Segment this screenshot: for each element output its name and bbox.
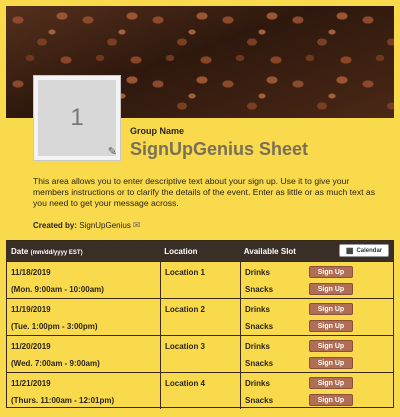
slot-item: Drinks xyxy=(245,268,270,277)
calendar-button-label: Calendar xyxy=(356,247,383,254)
slot-location: Location 1 xyxy=(165,268,206,277)
sign-up-button[interactable]: Sign Up xyxy=(309,266,353,278)
slot-cell: Drinks Sign Up Snacks Sign Up xyxy=(241,299,393,335)
signup-table: Date (mm/dd/yyyy EST) Location Available… xyxy=(6,240,394,409)
header-location: Location xyxy=(164,246,198,256)
slot-item: Snacks xyxy=(245,285,274,294)
created-by-label: Created by: xyxy=(33,221,78,230)
sign-up-button[interactable]: Sign Up xyxy=(309,320,353,332)
location-cell: Location 3 xyxy=(161,336,241,372)
slot-location: Location 3 xyxy=(165,342,206,351)
slot-cell: Drinks Sign Up Snacks Sign Up xyxy=(241,373,393,409)
slot-date: 11/19/2019 xyxy=(11,305,51,314)
header-date-format: (mm/dd/yyyy EST) xyxy=(30,249,83,256)
description-text: This area allows you to enter descriptiv… xyxy=(33,176,375,209)
table-row: 11/19/2019 (Tue. 1:00pm - 3:00pm) Locati… xyxy=(7,298,393,335)
slot-time: (Mon. 9:00am - 10:00am) xyxy=(11,285,104,294)
sign-up-button[interactable]: Sign Up xyxy=(309,357,353,369)
sign-up-button[interactable]: Sign Up xyxy=(309,303,353,315)
header-date: Date (mm/dd/yyyy EST) xyxy=(7,247,160,256)
avatar-number: 1 xyxy=(38,80,116,156)
location-cell: Location 4 xyxy=(161,373,241,409)
date-cell: 11/18/2019 (Mon. 9:00am - 10:00am) xyxy=(7,262,161,298)
table-row: 11/21/2019 (Thurs. 11:00am - 12:01pm) Lo… xyxy=(7,372,393,409)
header-slot-label: Available Slot xyxy=(243,246,296,256)
pencil-icon[interactable]: ✎ xyxy=(108,145,117,158)
group-name-label: Group Name xyxy=(130,126,185,136)
location-cell: Location 1 xyxy=(161,262,241,298)
location-cell: Location 2 xyxy=(161,299,241,335)
table-row: 11/18/2019 (Mon. 9:00am - 10:00am) Locat… xyxy=(7,261,393,298)
page-title: SignUpGenius Sheet xyxy=(130,139,309,159)
table-row: 11/20/2019 (Wed. 7:00am - 9:00am) Locati… xyxy=(7,335,393,372)
slot-time: (Tue. 1:00pm - 3:00pm) xyxy=(11,322,98,331)
sign-up-button[interactable]: Sign Up xyxy=(309,377,353,389)
slot-date: 11/20/2019 xyxy=(11,342,51,351)
date-cell: 11/20/2019 (Wed. 7:00am - 9:00am) xyxy=(7,336,161,372)
slot-time: (Thurs. 11:00am - 12:01pm) xyxy=(11,396,115,405)
slot-item: Drinks xyxy=(245,379,270,388)
slot-cell: Drinks Sign Up Snacks Sign Up xyxy=(241,336,393,372)
slot-location: Location 4 xyxy=(165,379,206,388)
sign-up-button[interactable]: Sign Up xyxy=(309,394,353,406)
slot-cell: Drinks Sign Up Snacks Sign Up xyxy=(241,262,393,298)
header-slot: Available Slot ▦ Calendar xyxy=(240,241,393,261)
slot-item: Drinks xyxy=(245,342,270,351)
slot-item: Drinks xyxy=(245,305,270,314)
calendar-icon: ▦ xyxy=(345,246,354,255)
creator-name: SignUpGenius xyxy=(79,221,131,230)
date-cell: 11/19/2019 (Tue. 1:00pm - 3:00pm) xyxy=(7,299,161,335)
header-date-label: Date xyxy=(11,246,29,256)
slot-item: Snacks xyxy=(245,359,274,368)
date-cell: 11/21/2019 (Thurs. 11:00am - 12:01pm) xyxy=(7,373,161,409)
slot-time: (Wed. 7:00am - 9:00am) xyxy=(11,359,100,368)
slot-item: Snacks xyxy=(245,396,274,405)
sign-up-button[interactable]: Sign Up xyxy=(309,340,353,352)
slot-item: Snacks xyxy=(245,322,274,331)
slot-location: Location 2 xyxy=(165,305,206,314)
slot-date: 11/21/2019 xyxy=(11,379,51,388)
mail-icon[interactable]: ✉ xyxy=(133,220,141,230)
slot-date: 11/18/2019 xyxy=(11,268,51,277)
calendar-button[interactable]: ▦ Calendar xyxy=(339,244,389,257)
created-by: Created by: SignUpGenius ✉ xyxy=(33,220,140,231)
group-image-placeholder[interactable]: 1 ✎ xyxy=(33,75,121,161)
table-header: Date (mm/dd/yyyy EST) Location Available… xyxy=(7,241,393,261)
sign-up-button[interactable]: Sign Up xyxy=(309,283,353,295)
